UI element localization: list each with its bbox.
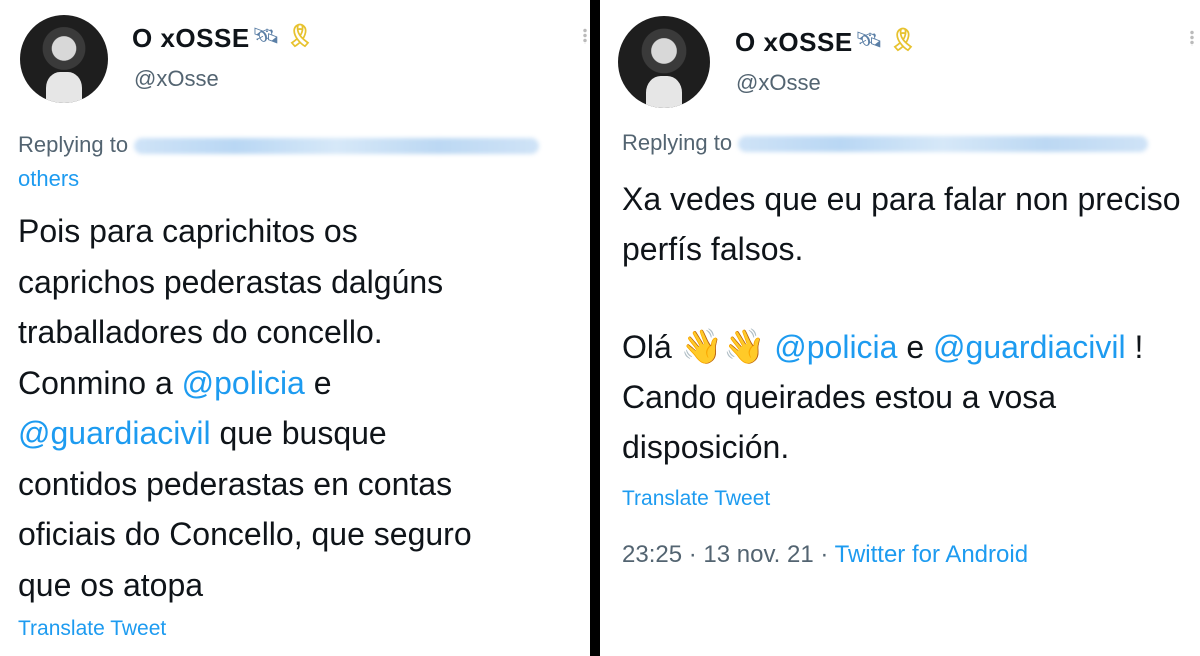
- mention-policia[interactable]: @policia: [182, 365, 305, 401]
- tweet-text: Xa vedes que eu para falar non preciso p…: [622, 174, 1192, 472]
- tweet-line: que os atopa: [18, 566, 204, 603]
- tweet-paragraph: Olá 👋👋 @policia e @guardiacivil ! Cando …: [622, 322, 1192, 472]
- tweet-metadata: 23:25 · 13 nov. 21 · Twitter for Android: [622, 541, 1028, 569]
- text-fragment: Conmino a: [18, 364, 182, 401]
- tweet-source-link[interactable]: Twitter for Android: [835, 541, 1028, 568]
- tweet-line: traballadores do concello.: [18, 314, 383, 350]
- display-name[interactable]: O xOSSE: [735, 27, 853, 58]
- text-fragment: que busque: [210, 415, 387, 451]
- name-badges: 🛰 🎗: [252, 23, 314, 49]
- mention-guardiacivil[interactable]: @guardiacivil: [18, 415, 211, 451]
- avatar[interactable]: [618, 16, 710, 108]
- others-link[interactable]: others: [18, 166, 79, 191]
- satellite-icon: 🛰: [855, 27, 883, 52]
- waving-hands-icon: 👋👋: [680, 328, 766, 366]
- replying-to: Replying to others: [18, 128, 578, 196]
- text-fragment: e: [304, 364, 332, 401]
- tweet-text: Pois para caprichitos os caprichos peder…: [18, 206, 588, 610]
- greeting: Olá: [622, 329, 672, 365]
- blurred-mentions: [738, 136, 1149, 153]
- more-options-icon[interactable]: [583, 28, 587, 44]
- yellow-ribbon-icon: 🎗: [889, 27, 917, 52]
- blurred-mentions: [134, 138, 540, 155]
- replying-label: Replying to: [622, 130, 733, 155]
- translate-tweet-link[interactable]: Translate Tweet: [18, 617, 166, 641]
- tweet-left: O xOSSE 🛰 🎗 @xOsse Replying to others Po…: [0, 0, 590, 656]
- separator: ·: [820, 541, 829, 568]
- yellow-ribbon-icon: 🎗: [286, 23, 314, 48]
- replying-label: Replying to: [18, 132, 129, 157]
- handle[interactable]: @xOsse: [736, 70, 821, 96]
- tweet-line: contidos pederastas en contas: [18, 465, 453, 502]
- avatar[interactable]: [20, 15, 108, 103]
- tweet-line: caprichos pederastas dalgúns: [18, 263, 444, 300]
- tweet-line: @guardiacivil que busque: [18, 408, 588, 459]
- translate-tweet-link[interactable]: Translate Tweet: [622, 487, 770, 511]
- text-fragment: e: [906, 329, 925, 365]
- separator: ·: [688, 541, 697, 568]
- satellite-icon: 🛰: [252, 23, 280, 48]
- tweet-paragraph: Xa vedes que eu para falar non preciso p…: [622, 181, 1181, 267]
- mention-policia[interactable]: @policia: [774, 329, 897, 365]
- tweet-line: oficiais do Concello, que seguro: [18, 516, 472, 552]
- tweet-line: Pois para caprichitos os: [18, 213, 358, 249]
- tweet-line: Conmino a @policia e: [18, 358, 588, 409]
- mention-guardiacivil[interactable]: @guardiacivil: [933, 329, 1126, 365]
- tweet-time[interactable]: 23:25: [622, 541, 682, 568]
- more-options-icon[interactable]: [1190, 30, 1194, 46]
- display-name[interactable]: O xOSSE: [132, 23, 250, 54]
- name-badges: 🛰 🎗: [855, 27, 917, 53]
- handle[interactable]: @xOsse: [134, 66, 219, 92]
- tweet-right: O xOSSE 🛰 🎗 @xOsse Replying to Xa vedes …: [600, 0, 1200, 656]
- tweet-date[interactable]: 13 nov. 21: [703, 541, 813, 568]
- panel-divider: [590, 0, 600, 656]
- replying-to: Replying to: [622, 130, 1149, 156]
